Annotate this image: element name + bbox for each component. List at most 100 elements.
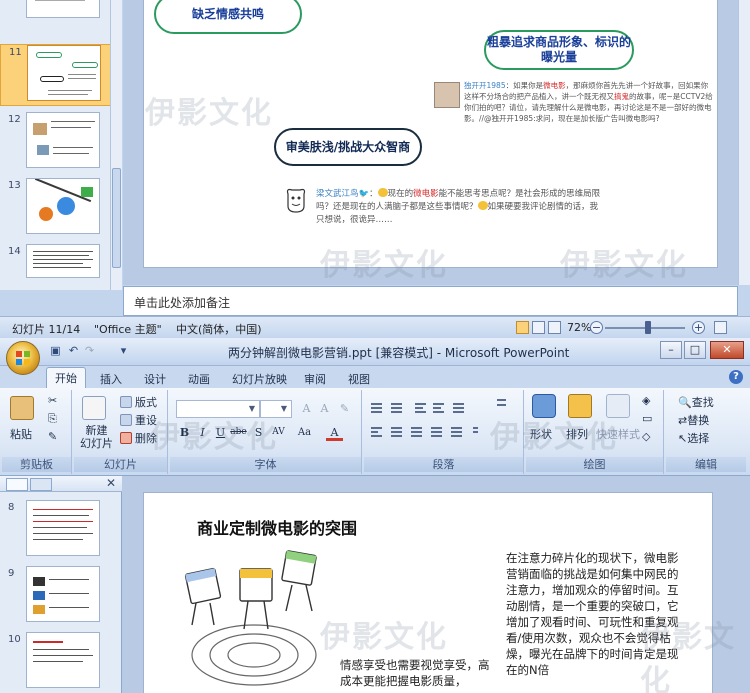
slide-thumbnail-13[interactable]: 13 bbox=[0, 178, 112, 240]
zoom-out-button[interactable]: − bbox=[590, 321, 603, 334]
grow-font-button[interactable]: A bbox=[298, 400, 315, 417]
status-language[interactable]: 中文(简体，中国) bbox=[176, 321, 262, 337]
customize-toolbar-icon[interactable]: ▾ bbox=[116, 343, 131, 358]
layout-button[interactable]: 版式 bbox=[120, 394, 157, 410]
delete-slide-button[interactable]: 删除 bbox=[120, 430, 157, 446]
minimize-button[interactable]: – bbox=[660, 341, 682, 359]
slide-scrollbar[interactable] bbox=[738, 0, 750, 285]
slide-canvas[interactable]: 商业定制微电影的突围 在注意力碎片化的现状下，微电影营销面临的挑战是如何集中网民… bbox=[143, 492, 713, 693]
slide-thumbnail-9[interactable]: 9 bbox=[0, 566, 112, 628]
zoom-slider-knob[interactable] bbox=[645, 321, 651, 334]
increase-indent-button[interactable] bbox=[430, 400, 447, 415]
tab-home[interactable]: 开始 bbox=[46, 367, 86, 388]
slide-thumbnail-10[interactable]: 10 bbox=[0, 632, 112, 693]
shape-outline-icon[interactable]: ▭ bbox=[642, 412, 652, 425]
help-icon[interactable]: ? bbox=[729, 370, 743, 384]
redo-icon[interactable]: ↷ bbox=[82, 343, 97, 358]
bold-button[interactable]: B bbox=[176, 424, 193, 441]
thumbnail-number: 11 bbox=[9, 47, 22, 58]
arrange-button[interactable]: 排列 bbox=[566, 426, 588, 442]
tab-review[interactable]: 审阅 bbox=[296, 369, 334, 389]
align-center-button[interactable] bbox=[388, 424, 405, 439]
shrink-font-button[interactable]: A bbox=[316, 400, 333, 417]
save-icon[interactable]: ▣ bbox=[48, 343, 63, 358]
paste-icon[interactable] bbox=[10, 396, 34, 420]
pill-lack-emotion[interactable]: 缺乏情感共鸣 bbox=[154, 0, 302, 34]
tab-design[interactable]: 设计 bbox=[136, 369, 174, 389]
replace-button[interactable]: ⇄替换 bbox=[678, 412, 709, 428]
line-spacing-button[interactable] bbox=[450, 400, 467, 415]
shapes-icon[interactable] bbox=[532, 394, 556, 418]
slide-body-text-right[interactable]: 在注意力碎片化的现状下，微电影营销面临的挑战是如何集中网民的注意力，增加观众的停… bbox=[506, 550, 686, 678]
slide-thumbnail-10[interactable] bbox=[0, 0, 112, 42]
find-button[interactable]: 🔍查找 bbox=[678, 394, 714, 410]
align-right-button[interactable] bbox=[408, 424, 425, 439]
numbering-button[interactable] bbox=[388, 400, 405, 415]
tab-view[interactable]: 视图 bbox=[340, 369, 378, 389]
fit-window-button[interactable] bbox=[714, 321, 727, 334]
bullets-button[interactable] bbox=[368, 400, 385, 415]
strikethrough-button[interactable]: abe bbox=[230, 424, 247, 441]
copy-icon[interactable]: ⎘ bbox=[48, 412, 57, 426]
slide-thumbnail-11[interactable]: 11 bbox=[0, 44, 112, 106]
char-spacing-button[interactable]: AV bbox=[270, 424, 287, 441]
shape-fill-icon[interactable]: ◈ bbox=[642, 394, 650, 407]
notes-pane[interactable]: 单击此处添加备注 bbox=[123, 286, 738, 316]
normal-view-button[interactable] bbox=[516, 321, 529, 334]
text-direction-button[interactable] bbox=[494, 396, 511, 411]
shape-effects-icon[interactable]: ◇ bbox=[642, 430, 650, 443]
close-button[interactable]: ✕ bbox=[710, 341, 744, 359]
slideshow-view-button[interactable] bbox=[548, 321, 561, 334]
zoom-in-button[interactable]: + bbox=[692, 321, 705, 334]
slide-sorter-view-button[interactable] bbox=[532, 321, 545, 334]
paste-button[interactable]: 粘贴 bbox=[10, 426, 32, 442]
select-button[interactable]: ↖选择 bbox=[678, 430, 709, 446]
zoom-level[interactable]: 72% bbox=[567, 321, 591, 334]
pill-exposure[interactable]: 粗暴追求商品形象、标识的曝光量 bbox=[484, 30, 634, 70]
decrease-indent-button[interactable] bbox=[412, 400, 429, 415]
quick-styles-button[interactable]: 快速样式 bbox=[596, 426, 640, 442]
italic-button[interactable]: I bbox=[194, 424, 211, 441]
new-slide-icon[interactable] bbox=[82, 396, 106, 420]
cut-icon[interactable]: ✂ bbox=[48, 394, 57, 407]
columns-button[interactable] bbox=[470, 424, 487, 439]
office-button[interactable] bbox=[6, 341, 40, 375]
shadow-button[interactable]: S bbox=[250, 424, 267, 441]
outline-tab[interactable] bbox=[30, 478, 52, 491]
thumbnail-image bbox=[26, 566, 100, 622]
slide-canvas[interactable]: 缺乏情感共鸣 粗暴追求商品形象、标识的曝光量 审美肤浅/挑战大众智商 独开开19… bbox=[143, 0, 718, 268]
font-size-combo[interactable]: ▼ bbox=[260, 400, 292, 418]
slide-thumbnail-8[interactable]: 8 bbox=[0, 500, 112, 562]
group-paragraph: 段落 bbox=[364, 390, 524, 474]
change-case-button[interactable]: Aa bbox=[296, 424, 313, 441]
reset-button[interactable]: 重设 bbox=[120, 412, 157, 428]
shapes-button[interactable]: 形状 bbox=[530, 426, 552, 442]
clear-format-button[interactable]: ✎ bbox=[336, 400, 353, 417]
slide-body-text-left[interactable]: 情感享受也需要视觉享受，高成本更能把握电影质量， bbox=[340, 657, 500, 689]
distributed-button[interactable] bbox=[448, 424, 465, 439]
underline-button[interactable]: U bbox=[212, 424, 229, 441]
tab-insert[interactable]: 插入 bbox=[92, 369, 130, 389]
thumbnail-scrollbar[interactable] bbox=[110, 0, 122, 290]
align-left-button[interactable] bbox=[368, 424, 385, 439]
tab-animations[interactable]: 动画 bbox=[180, 369, 218, 389]
close-pane-icon[interactable]: ✕ bbox=[106, 476, 116, 490]
justify-button[interactable] bbox=[428, 424, 445, 439]
maximize-button[interactable]: □ bbox=[684, 341, 706, 359]
quick-styles-icon[interactable] bbox=[606, 394, 630, 418]
font-name-combo[interactable]: ▼ bbox=[176, 400, 260, 418]
new-slide-button[interactable]: 新建 幻灯片 bbox=[80, 424, 113, 450]
undo-icon[interactable]: ↶ bbox=[66, 343, 81, 358]
tab-slideshow[interactable]: 幻灯片放映 bbox=[224, 369, 295, 389]
slide-thumbnail-12[interactable]: 12 bbox=[0, 112, 112, 174]
slide-title[interactable]: 商业定制微电影的突围 bbox=[197, 515, 357, 539]
group-label: 剪贴板 bbox=[2, 457, 71, 472]
slides-tab[interactable] bbox=[6, 478, 28, 491]
thumbnail-image bbox=[26, 632, 100, 688]
format-painter-icon[interactable]: ✎ bbox=[48, 430, 57, 443]
arrange-icon[interactable] bbox=[568, 394, 592, 418]
title-bar: ▣ ↶ ↷ ▾ 两分钟解剖微电影营销.ppt [兼容模式] - Microsof… bbox=[0, 338, 750, 366]
pill-shallow-aesthetics[interactable]: 审美肤浅/挑战大众智商 bbox=[274, 128, 422, 166]
font-color-button[interactable]: A bbox=[326, 424, 343, 441]
slide-thumbnail-14[interactable]: 14 bbox=[0, 244, 112, 306]
